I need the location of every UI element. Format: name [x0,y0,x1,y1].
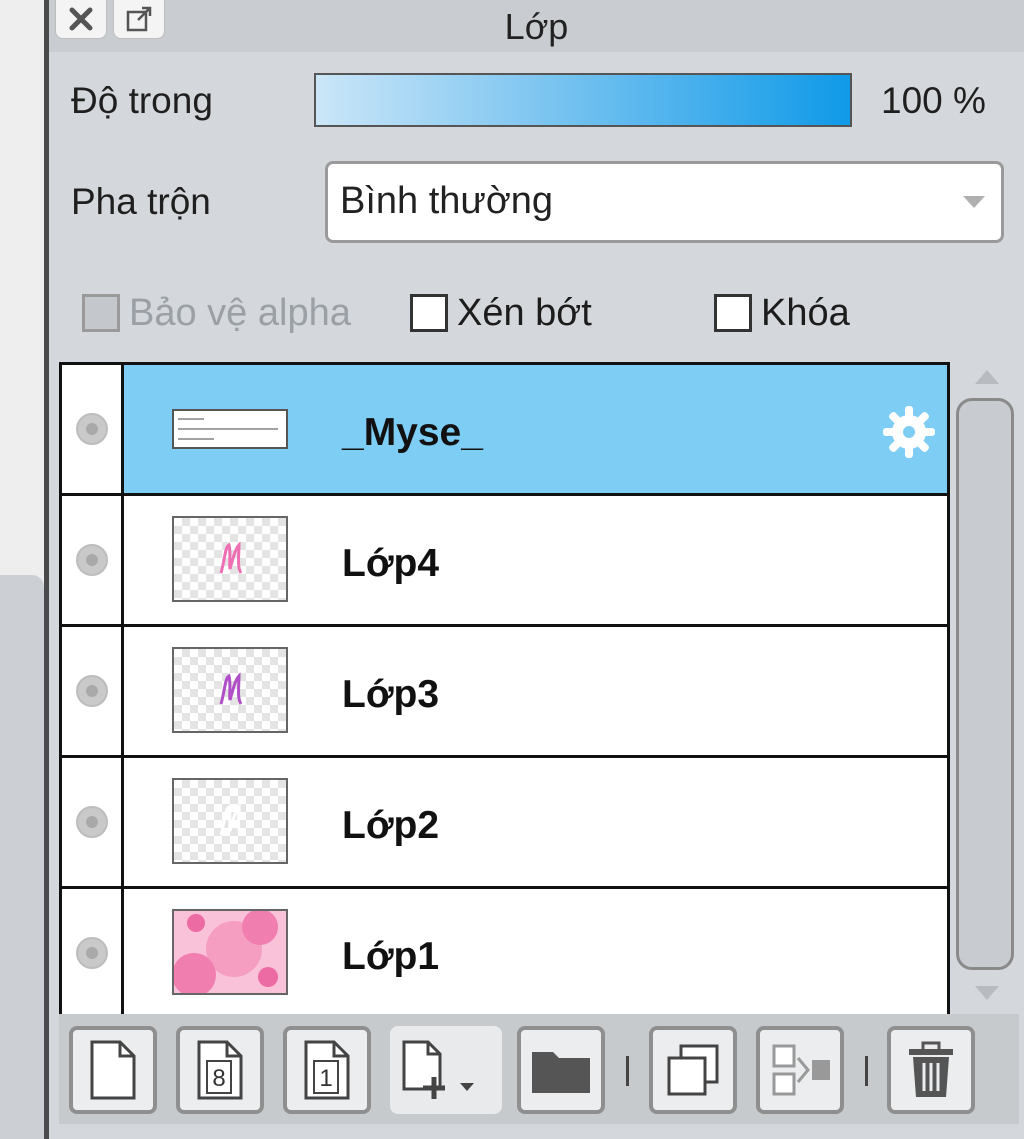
scrollbar-thumb[interactable] [956,398,1014,970]
scroll-up-arrow-icon[interactable] [975,370,999,384]
visibility-toggle[interactable] [62,627,124,755]
new-1bit-layer-icon: 1 [304,1040,350,1100]
layer-list: _Myse_ Lớp4 Lớp3 Lớp2 Lớp1 [59,362,950,1014]
layer-content[interactable]: Lớp4 [124,496,947,624]
toolbar-separator [626,1056,629,1086]
layer-name: _Myse_ [342,411,483,454]
duplicate-layer-icon [667,1044,719,1096]
scroll-down-arrow-icon[interactable] [975,986,999,1000]
layer-content[interactable]: Lớp1 [124,889,947,1014]
new-8bit-layer-icon: 8 [197,1040,243,1100]
blend-label: Pha trộn [71,181,211,222]
left-side-lower-panel [0,575,44,1139]
protect-alpha-label: Bảo vệ alpha [129,292,351,334]
layer-thumbnail [172,409,288,449]
protect-alpha-checkbox[interactable] [82,294,120,332]
visibility-dot-icon [76,937,108,969]
text-thumbnail-icon [178,418,278,440]
layer-row[interactable]: Lớp4 [62,496,947,627]
svg-text:8: 8 [212,1065,225,1092]
layer-thumbnail [172,909,288,995]
layer-scrollbar[interactable] [954,362,1018,1012]
clip-label: Xén bớt [457,292,592,334]
pink-dots-thumbnail-icon [174,911,286,993]
clip-checkbox[interactable] [410,294,448,332]
layer-thumbnail [172,647,288,733]
script-m-icon [219,541,243,574]
svg-text:1: 1 [319,1065,332,1092]
new-8bit-layer-button[interactable]: 8 [176,1026,264,1114]
delete-layer-icon [909,1041,953,1097]
new-folder-icon [532,1052,590,1093]
opacity-slider[interactable] [314,73,852,127]
merge-down-button[interactable] [756,1026,844,1114]
panel-titlebar: Lớp [49,0,1024,52]
blend-mode-select[interactable]: Bình thường [325,161,1004,243]
visibility-dot-icon [76,806,108,838]
layer-content[interactable]: _Myse_ [124,365,947,493]
visibility-dot-icon [76,675,108,707]
chevron-down-icon [963,196,985,208]
layer-row[interactable]: _Myse_ [62,365,947,496]
new-folder-button[interactable] [517,1026,605,1114]
new-layer-button[interactable] [69,1026,157,1114]
panel-title: Lớp [504,6,569,47]
visibility-toggle[interactable] [62,889,124,1014]
add-layer-dropdown-button[interactable] [390,1026,502,1114]
layer-name: Lớp2 [342,804,440,847]
layer-panel: Lớp Độ trong 100 % Pha trộn Bình thường … [49,0,1024,1139]
visibility-dot-icon [76,544,108,576]
delete-layer-button[interactable] [887,1026,975,1114]
duplicate-layer-button[interactable] [649,1026,737,1114]
layer-thumbnail [172,778,288,864]
visibility-dot-icon [76,413,108,445]
blend-mode-value: Bình thường [340,180,554,222]
add-layer-dropdown-icon [402,1040,474,1099]
left-side-strip [0,0,44,1139]
merge-down-icon [772,1044,830,1096]
gear-icon[interactable] [880,403,938,461]
layer-name: Lớp3 [342,673,440,716]
layer-row[interactable]: Lớp3 [62,627,947,758]
lock-checkbox[interactable] [714,294,752,332]
opacity-value: 100 % [881,80,986,121]
opacity-label: Độ trong [71,80,213,121]
layer-content[interactable]: Lớp3 [124,627,947,755]
layer-thumbnail [172,516,288,602]
layer-name: Lớp1 [342,935,440,978]
layer-name: Lớp4 [342,542,440,585]
script-m-icon [219,803,243,836]
visibility-toggle[interactable] [62,365,124,493]
layer-content[interactable]: Lớp2 [124,758,947,886]
new-layer-icon [90,1040,136,1100]
script-m-icon [219,672,243,705]
visibility-toggle[interactable] [62,758,124,886]
lock-label: Khóa [761,292,850,334]
new-1bit-layer-button[interactable]: 1 [283,1026,371,1114]
layer-row[interactable]: Lớp2 [62,758,947,889]
visibility-toggle[interactable] [62,496,124,624]
layer-toolbar: 8 1 [59,1014,1019,1124]
layer-row[interactable]: Lớp1 [62,889,947,1014]
toolbar-separator [865,1056,868,1086]
